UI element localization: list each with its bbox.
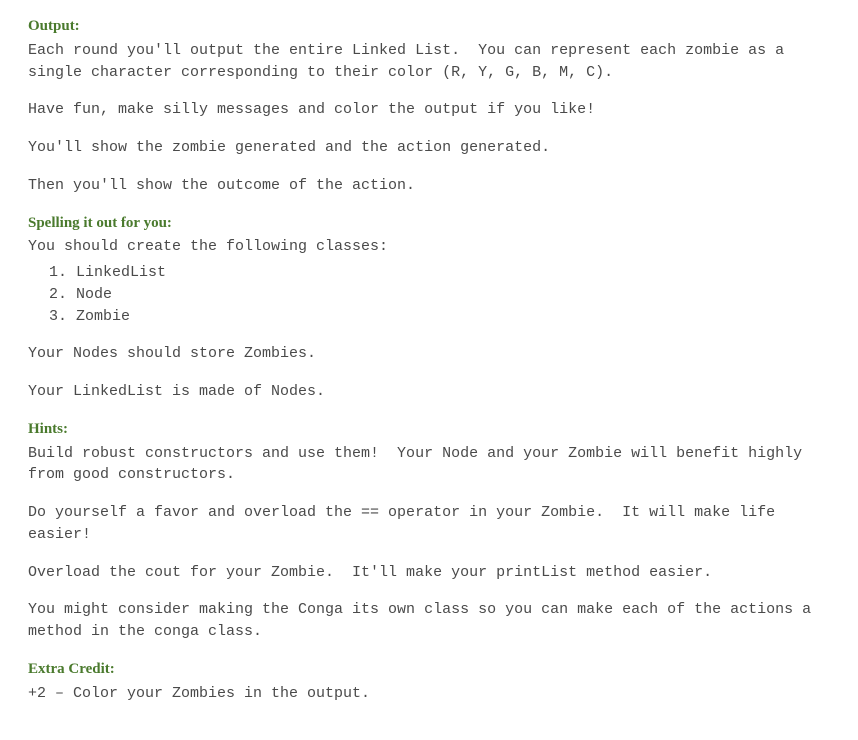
class-list: LinkedList Node Zombie: [28, 262, 830, 327]
section-extra-credit: Extra Credit: +2 – Color your Zombies in…: [28, 659, 830, 705]
list-item: LinkedList: [76, 262, 830, 284]
output-p1: Each round you'll output the entire Link…: [28, 40, 830, 84]
hints-p4: You might consider making the Conga its …: [28, 599, 830, 643]
hints-p2: Do yourself a favor and overload the == …: [28, 502, 830, 546]
spelling-intro: You should create the following classes:: [28, 236, 830, 258]
output-p4: Then you'll show the outcome of the acti…: [28, 175, 830, 197]
output-p3: You'll show the zombie generated and the…: [28, 137, 830, 159]
hints-p1: Build robust constructors and use them! …: [28, 443, 830, 487]
section-output: Output: Each round you'll output the ent…: [28, 16, 830, 197]
output-p2: Have fun, make silly messages and color …: [28, 99, 830, 121]
list-item: Node: [76, 284, 830, 306]
heading-extra-credit: Extra Credit:: [28, 659, 830, 681]
heading-output: Output:: [28, 16, 830, 38]
section-hints: Hints: Build robust constructors and use…: [28, 419, 830, 643]
heading-hints: Hints:: [28, 419, 830, 441]
spelling-p2: Your LinkedList is made of Nodes.: [28, 381, 830, 403]
hints-p3: Overload the cout for your Zombie. It'll…: [28, 562, 830, 584]
heading-spelling: Spelling it out for you:: [28, 213, 830, 235]
section-spelling: Spelling it out for you: You should crea…: [28, 213, 830, 403]
spelling-p1: Your Nodes should store Zombies.: [28, 343, 830, 365]
list-item: Zombie: [76, 306, 830, 328]
extra-p1: +2 – Color your Zombies in the output.: [28, 683, 830, 705]
